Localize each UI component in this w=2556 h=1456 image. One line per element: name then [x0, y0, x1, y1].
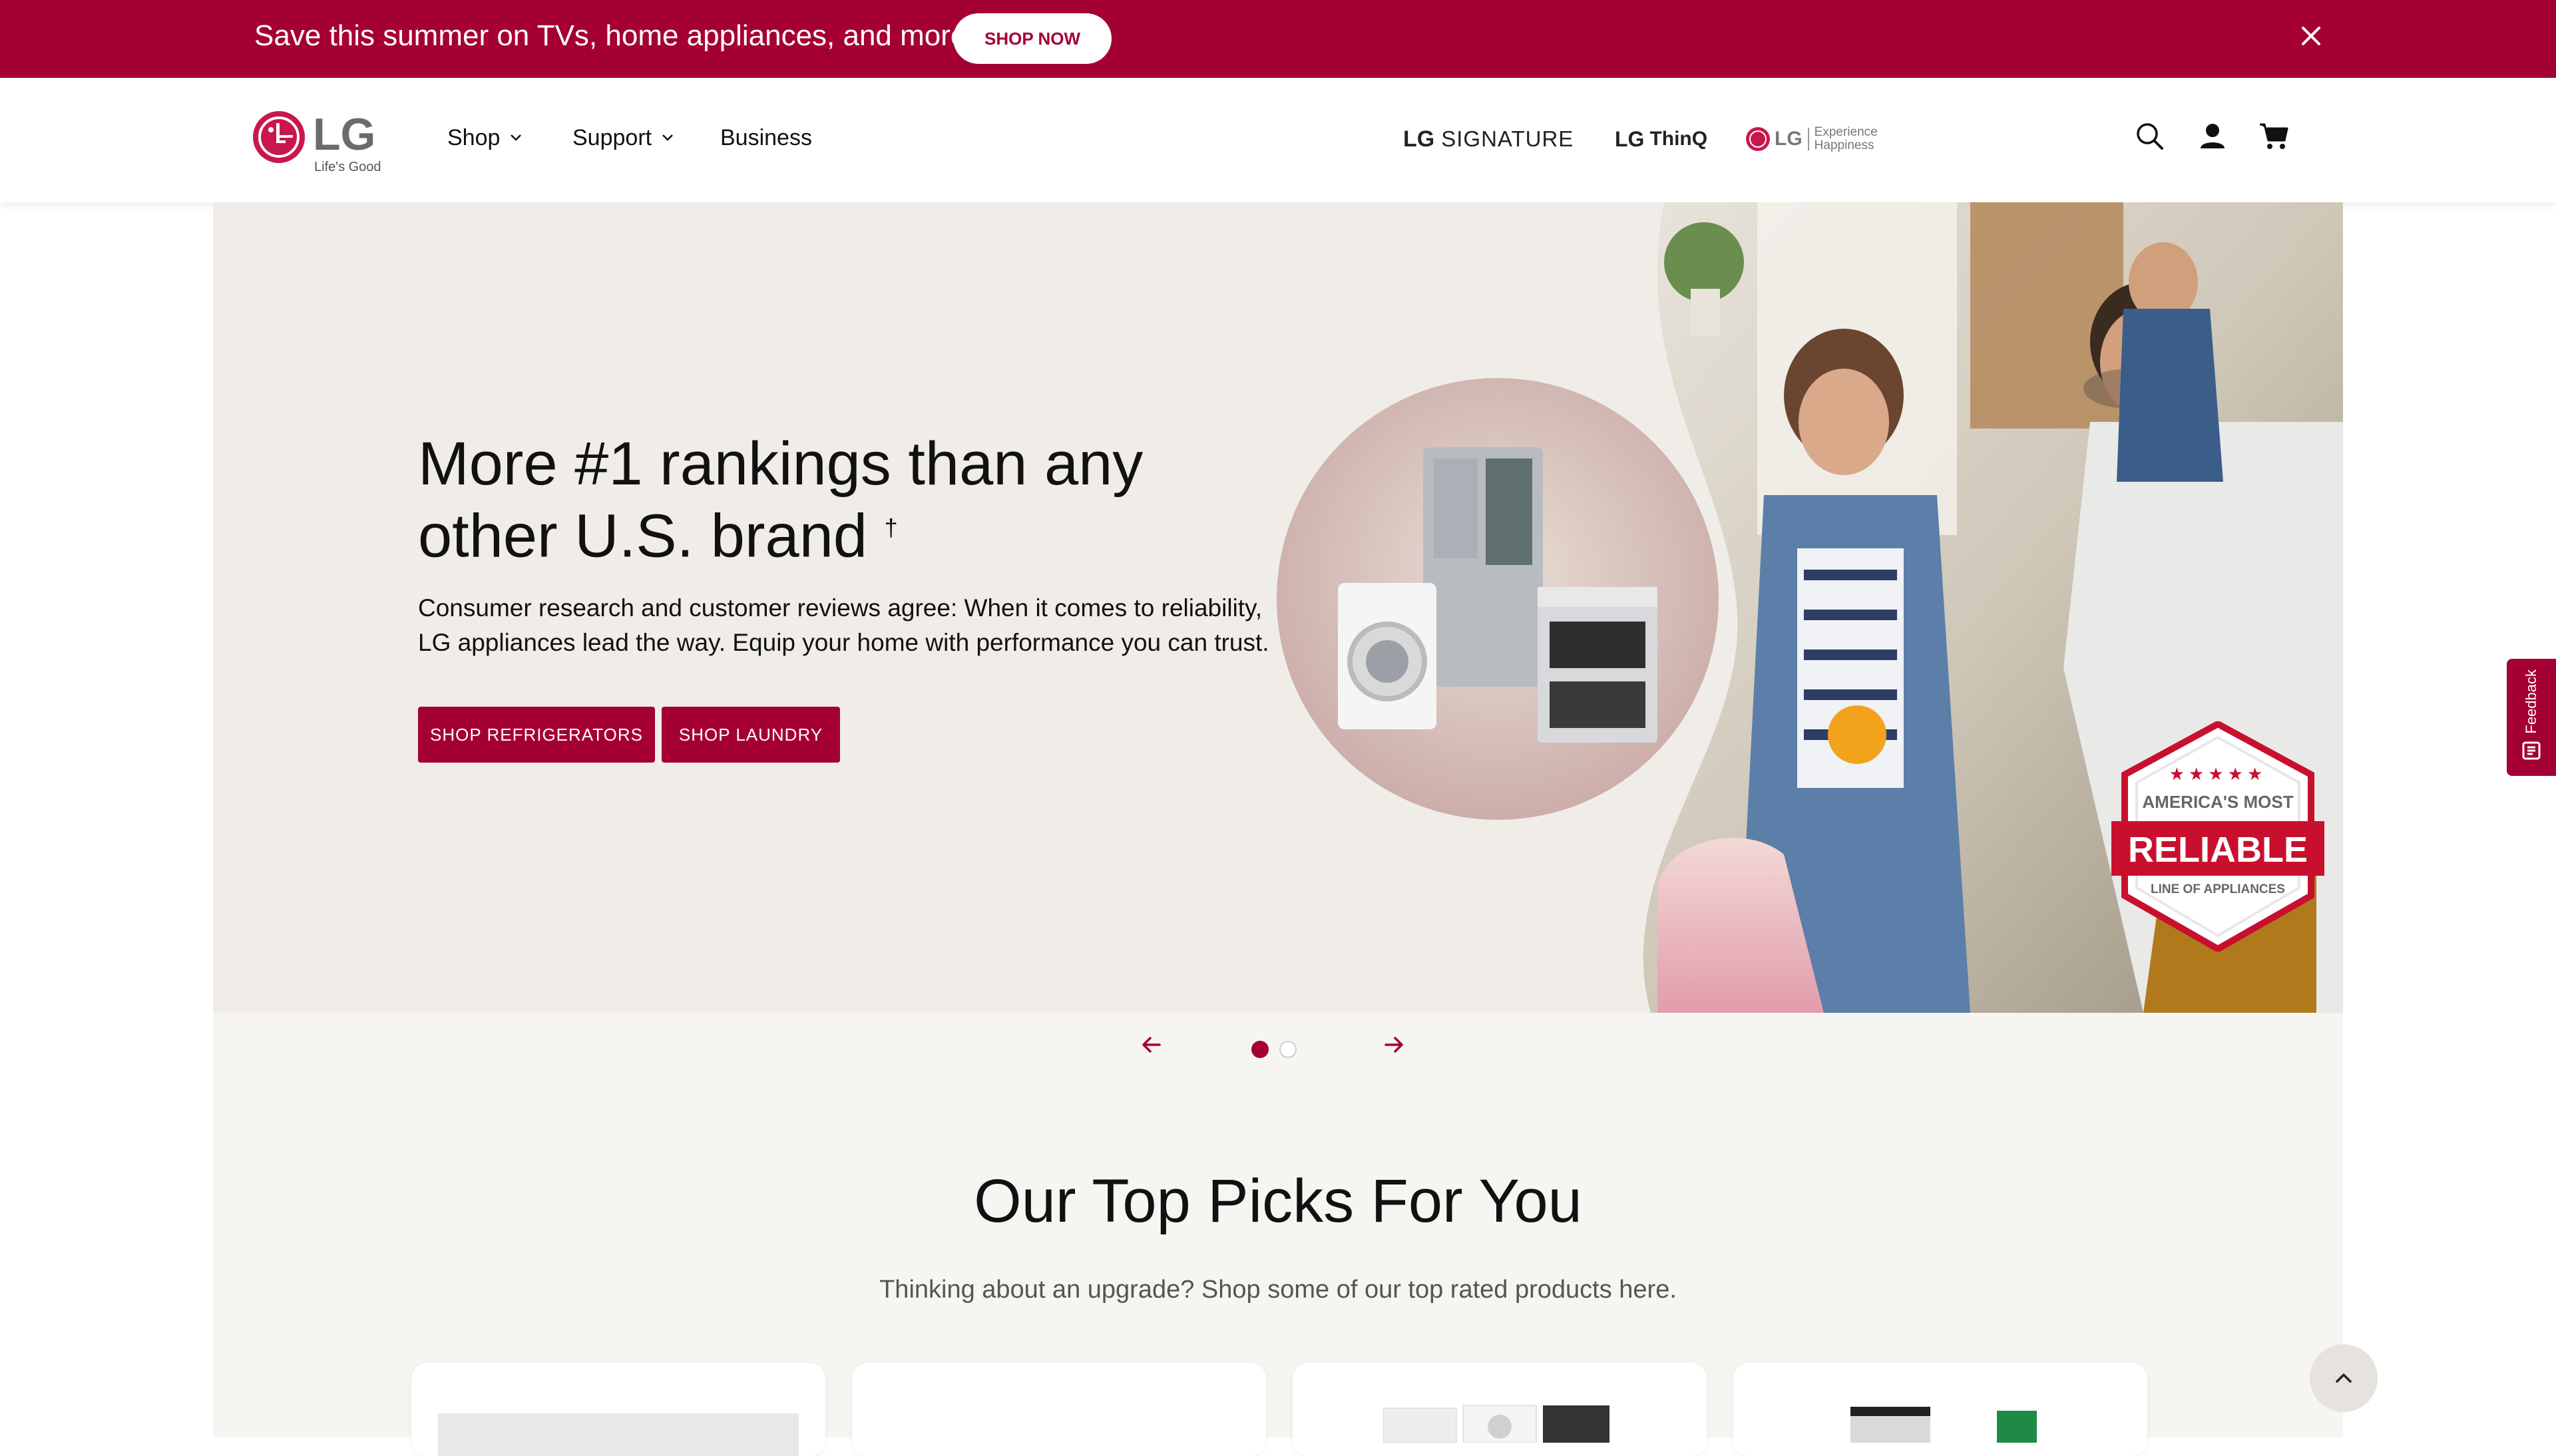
- product-card[interactable]: [852, 1363, 1266, 1456]
- hero-description: Consumer research and customer reviews a…: [418, 594, 1269, 656]
- nav-shop-label: Shop: [447, 125, 501, 150]
- experience-text: Experience Happiness: [1814, 126, 1878, 152]
- arrow-right-icon[interactable]: [1381, 1031, 1407, 1058]
- nav-business-label: Business: [720, 125, 812, 150]
- product-card[interactable]: [411, 1363, 825, 1456]
- shop-now-button[interactable]: SHOP NOW: [953, 13, 1112, 64]
- promo-banner: Save this summer on TVs, home appliances…: [0, 0, 2556, 78]
- scroll-to-top-button[interactable]: [2310, 1344, 2378, 1412]
- hero-banner: More #1 rankings than any other U.S. bra…: [213, 202, 2343, 1013]
- experience-line2: Happiness: [1814, 138, 1874, 152]
- carousel-dot-2[interactable]: [1279, 1041, 1297, 1058]
- shop-laundry-button[interactable]: SHOP LAUNDRY: [662, 707, 840, 763]
- chevron-down-icon: [662, 134, 673, 141]
- logo-tagline: Life's Good: [314, 160, 381, 174]
- feedback-icon: [2522, 741, 2541, 760]
- nav-shop[interactable]: Shop: [447, 124, 523, 151]
- logo-text: LG: [313, 109, 376, 160]
- hero-title-text: More #1 rankings than any other U.S. bra…: [418, 430, 1144, 570]
- nav-business[interactable]: Business: [720, 124, 812, 151]
- badge-line1: AMERICA'S MOST: [2142, 792, 2294, 812]
- signature-text: SIGNATURE: [1441, 126, 1574, 151]
- badge-line3: LINE OF APPLIANCES: [2151, 882, 2285, 896]
- arrow-left-icon[interactable]: [1138, 1031, 1165, 1058]
- product-image: [1383, 1405, 1609, 1443]
- badge-line2: RELIABLE: [2128, 830, 2308, 870]
- lg-logo-mark: [253, 111, 305, 163]
- lg-signature-link[interactable]: LG SIGNATURE: [1403, 126, 1574, 152]
- close-icon[interactable]: [2298, 23, 2324, 49]
- carousel-dot-1[interactable]: [1251, 1041, 1269, 1058]
- shop-refrigerators-button[interactable]: SHOP REFRIGERATORS: [418, 707, 655, 763]
- hero-title: More #1 rankings than any other U.S. bra…: [418, 432, 1283, 568]
- badge-stars: ★★★★★: [2169, 764, 2267, 784]
- top-picks-subtitle: Thinking about an upgrade? Shop some of …: [879, 1276, 1677, 1304]
- cart-icon[interactable]: [2256, 119, 2291, 154]
- lg-thinq-link[interactable]: LG ThinQ: [1615, 126, 1707, 152]
- signature-lg: LG: [1403, 126, 1435, 152]
- product-image: [438, 1413, 799, 1456]
- nav-support[interactable]: Support: [572, 124, 674, 151]
- chevron-up-icon: [2336, 1373, 2352, 1383]
- nav-support-label: Support: [572, 125, 652, 150]
- top-picks-title: Our Top Picks For You: [974, 1167, 1582, 1235]
- experience-lg: LG: [1775, 128, 1803, 150]
- search-icon[interactable]: [2133, 119, 2167, 154]
- product-image: [1850, 1407, 2037, 1443]
- lg-logo[interactable]: LG Life's Good: [252, 110, 385, 176]
- thinq-lg: LG: [1615, 126, 1645, 151]
- chevron-down-icon: [511, 134, 522, 141]
- thinq-text: ThinQ: [1649, 128, 1708, 150]
- product-card[interactable]: [1293, 1363, 1707, 1456]
- brand-divider: [1807, 128, 1809, 150]
- feedback-label: Feedback: [2523, 669, 2539, 734]
- experience-line1: Experience: [1814, 125, 1878, 139]
- account-icon[interactable]: [2195, 119, 2230, 154]
- lg-mark-icon: [1746, 127, 1770, 151]
- hero-title-mark: †: [884, 514, 898, 541]
- lg-experience-happiness-link[interactable]: LG Experience Happiness: [1745, 126, 1878, 152]
- promo-text: Save this summer on TVs, home appliances…: [254, 19, 967, 52]
- reliable-badge: ★★★★★ AMERICA'S MOST RELIABLE LINE OF AP…: [2111, 721, 2324, 952]
- product-card[interactable]: [1733, 1363, 2147, 1456]
- feedback-tab[interactable]: Feedback: [2507, 659, 2556, 776]
- site-header: LG Life's Good Shop Support Business LG …: [0, 78, 2556, 202]
